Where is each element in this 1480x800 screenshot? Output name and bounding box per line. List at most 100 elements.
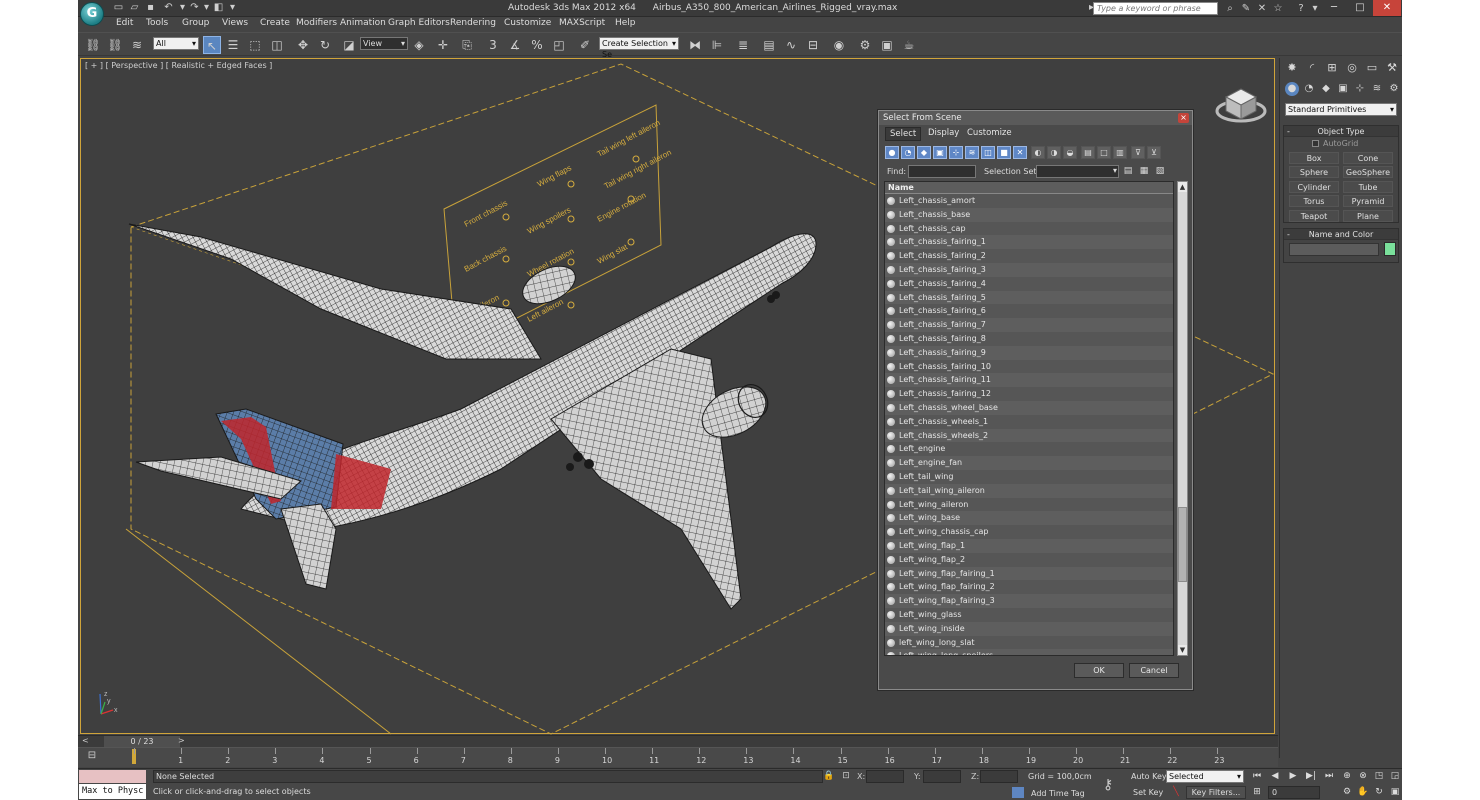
key-mode-icon[interactable]: ⊞ — [1250, 786, 1264, 799]
list-item[interactable]: Left_chassis_fairing_7 — [885, 318, 1173, 332]
select-by-name-icon[interactable]: ☰ — [224, 36, 242, 54]
find-input[interactable] — [908, 165, 976, 178]
list-item[interactable]: Left_chassis_fairing_1 — [885, 235, 1173, 250]
select-invert-icon[interactable]: ▥ — [1113, 146, 1127, 159]
list-item[interactable]: Left_wing_flap_fairing_1 — [885, 566, 1173, 581]
rendered-frame-window-icon[interactable]: ▣ — [878, 36, 896, 54]
key-filters-button[interactable]: Key Filters... — [1186, 786, 1246, 799]
list-item[interactable]: Left_chassis_fairing_2 — [885, 249, 1173, 263]
quick-access-dropdown-icon[interactable]: ▾ — [226, 2, 239, 14]
curve-editor-icon[interactable]: ∿ — [782, 36, 800, 54]
selection-filter-dropdown[interactable]: All — [153, 37, 199, 50]
list-item[interactable]: Left_wing_aileron — [885, 497, 1173, 512]
utilities-tab-icon[interactable]: ⚒ — [1384, 60, 1400, 76]
list-item[interactable]: Left_chassis_fairing_9 — [885, 345, 1173, 360]
orbit-icon[interactable]: ↻ — [1372, 786, 1386, 799]
systems-icon[interactable]: ⚙ — [1387, 82, 1401, 96]
pivot-center-icon[interactable]: ◈ — [410, 36, 428, 54]
display-lights-icon[interactable]: ◆ — [917, 146, 931, 159]
named-selection-set-dropdown[interactable]: Create Selection Se — [599, 37, 679, 59]
name-column-header[interactable]: Name — [885, 182, 1173, 194]
close-button[interactable]: ✕ — [1373, 0, 1401, 16]
key-selection-dropdown[interactable]: Selected — [1166, 770, 1244, 783]
menu-create[interactable]: Create — [260, 18, 290, 28]
keyboard-shortcut-override-icon[interactable]: ⎘ — [458, 36, 476, 54]
set-key-mode-icon[interactable]: ╲ — [1170, 786, 1182, 799]
geometry-icon[interactable]: ● — [1285, 82, 1299, 96]
scroll-down-button[interactable]: ▼ — [1178, 645, 1187, 655]
dialog-menu-display[interactable]: Display — [928, 128, 959, 138]
viewport-label-menu[interactable]: [ + ] [ Perspective ] [ Realistic + Edge… — [85, 61, 272, 70]
menu-rendering[interactable]: Rendering — [450, 18, 496, 28]
motion-tab-icon[interactable]: ◎ — [1344, 60, 1360, 76]
modify-tab-icon[interactable]: ◜ — [1304, 60, 1320, 76]
menu-views[interactable]: Views — [222, 18, 248, 28]
menu-modifiers[interactable]: Modifiers — [296, 18, 337, 28]
subscription-icon[interactable]: ✎ — [1239, 2, 1253, 15]
graphite-ribbon-icon[interactable]: ▤ — [760, 36, 778, 54]
list-item[interactable]: Left_wing_flap_1 — [885, 538, 1173, 553]
edit-selection-set-icon[interactable]: ▦ — [1138, 165, 1150, 178]
plane-button[interactable]: Plane — [1343, 210, 1393, 222]
z-coordinate-field[interactable] — [980, 770, 1018, 783]
cancel-button[interactable]: Cancel — [1129, 663, 1179, 678]
space-warps-icon[interactable]: ≋ — [1370, 82, 1384, 96]
create-tab-icon[interactable]: ✸ — [1284, 60, 1300, 76]
selection-lock-icon[interactable]: 🔒 — [823, 770, 835, 783]
scroll-up-button[interactable]: ▲ — [1178, 182, 1187, 192]
select-none-icon[interactable]: □ — [1097, 146, 1111, 159]
go-to-start-icon[interactable]: ⏮ — [1250, 770, 1264, 783]
set-key-button[interactable]: Set Key — [1133, 788, 1163, 797]
list-item[interactable]: Left_chassis_fairing_8 — [885, 331, 1173, 346]
selection-set-dropdown[interactable] — [1036, 165, 1119, 178]
menu-edit[interactable]: Edit — [116, 18, 133, 28]
list-item[interactable]: Left_chassis_fairing_3 — [885, 262, 1173, 277]
box-button[interactable]: Box — [1289, 152, 1339, 164]
mirror-icon[interactable]: ⧓ — [686, 36, 704, 54]
lights-icon[interactable]: ◆ — [1319, 82, 1333, 96]
dialog-menu-select[interactable]: Select — [885, 127, 922, 141]
render-production-icon[interactable]: ☕ — [900, 36, 918, 54]
align-icon[interactable]: ⊫ — [708, 36, 726, 54]
list-item[interactable]: Left_wing_base — [885, 511, 1173, 526]
key-icon[interactable]: ⚷ — [1103, 777, 1113, 793]
menu-graph-editors[interactable]: Graph Editors — [388, 18, 450, 28]
object-color-swatch[interactable] — [1384, 242, 1396, 256]
list-item[interactable]: Left_chassis_fairing_11 — [885, 373, 1173, 388]
zoom-all-icon[interactable]: ⊗ — [1356, 770, 1370, 783]
sphere-button[interactable]: Sphere — [1289, 166, 1339, 178]
time-slider-next-button[interactable]: > — [178, 736, 185, 745]
percent-snap-icon[interactable]: % — [528, 36, 546, 54]
maxscript-listener-output[interactable] — [79, 770, 146, 783]
material-editor-icon[interactable]: ◉ — [830, 36, 848, 54]
zoom-icon[interactable]: ⊕ — [1340, 770, 1354, 783]
list-item[interactable]: Left_chassis_amort — [885, 194, 1173, 208]
select-and-move-icon[interactable]: ✥ — [294, 36, 312, 54]
track-bar[interactable]: ⊟ 1 2 3 4 5 6 7 8 9 10 11 12 13 14 15 16 17 18 19 20 21 22 23 — [78, 747, 1278, 767]
object-type-rollout-header[interactable]: - Object Type — [1284, 126, 1398, 137]
display-shapes-icon[interactable]: ◔ — [901, 146, 915, 159]
list-item[interactable]: Left_engine_fan — [885, 456, 1173, 470]
maximize-viewport-icon[interactable]: ▣ — [1388, 786, 1402, 799]
current-frame-field[interactable]: 0 — [1268, 786, 1320, 799]
menu-group[interactable]: Group — [182, 18, 209, 28]
play-icon[interactable]: ▶ — [1286, 770, 1300, 783]
list-item[interactable]: Left_engine — [885, 442, 1173, 457]
ok-button[interactable]: OK — [1074, 663, 1124, 678]
list-item[interactable]: Left_wing_flap_2 — [885, 552, 1173, 567]
undo-icon[interactable]: ↶ — [162, 2, 175, 14]
hierarchy-icon[interactable]: ⊻ — [1147, 146, 1161, 159]
menu-maxscript[interactable]: MAXScript — [559, 18, 605, 28]
list-item[interactable]: Left_wing_glass — [885, 607, 1173, 622]
zoom-extents-all-icon[interactable]: ◲ — [1388, 770, 1402, 783]
display-none-icon[interactable]: ◑ — [1047, 146, 1061, 159]
object-name-field[interactable] — [1289, 243, 1379, 256]
communication-center-icon[interactable]: ✕ — [1255, 2, 1269, 15]
go-to-end-icon[interactable]: ⏭ — [1322, 770, 1336, 783]
list-item[interactable]: Left_wing_chassis_cap — [885, 525, 1173, 539]
list-item[interactable]: Left_chassis_fairing_5 — [885, 290, 1173, 305]
list-item[interactable]: Left_wing_long_spoilers — [885, 649, 1173, 655]
schematic-view-icon[interactable]: ⊟ — [804, 36, 822, 54]
menu-tools[interactable]: Tools — [146, 18, 168, 28]
minimize-button[interactable]: ─ — [1320, 0, 1348, 16]
